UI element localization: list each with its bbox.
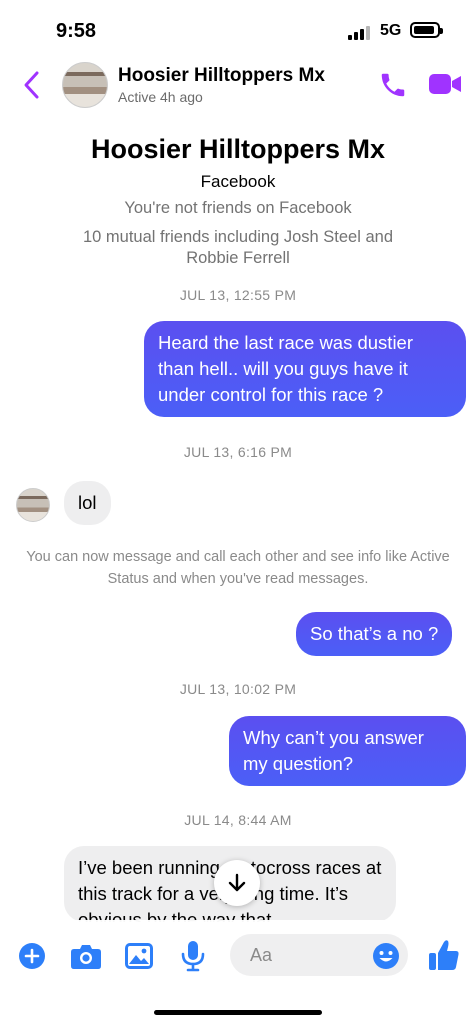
system-notice: You can now message and call each other …	[26, 549, 450, 587]
profile-platform: Facebook	[200, 172, 276, 191]
friend-status: You're not friends on Facebook	[124, 199, 352, 217]
timestamp: JUL 13, 10:02 PM	[179, 681, 297, 697]
message-input[interactable]: Aa	[230, 934, 408, 976]
network-label: 5G	[380, 22, 402, 39]
timestamp: JUL 13, 12:55 PM	[179, 287, 297, 303]
contact-name[interactable]: Hoosier Hilltoppers Mx	[118, 65, 325, 87]
sender-avatar[interactable]	[16, 488, 50, 522]
timestamp: JUL 14, 8:44 AM	[184, 812, 292, 828]
outgoing-message[interactable]: Why can’t you answer my question?	[229, 716, 466, 786]
image-icon[interactable]	[124, 942, 154, 970]
timestamp: JUL 13, 6:16 PM	[183, 444, 293, 460]
message-input-placeholder: Aa	[250, 945, 273, 965]
contact-avatar[interactable]	[62, 62, 108, 108]
mutual-friends: 10 mutual friends including Josh Steel a…	[82, 228, 394, 267]
phone-icon[interactable]	[378, 70, 408, 100]
microphone-icon[interactable]	[180, 940, 206, 972]
status-bar: 9:58 5G	[0, 0, 476, 62]
incoming-message[interactable]: lol	[64, 481, 111, 525]
profile-name: Hoosier Hilltoppers Mx	[90, 134, 386, 164]
status-time: 9:58	[56, 20, 97, 42]
plus-icon[interactable]	[18, 942, 46, 970]
camera-icon[interactable]	[70, 942, 102, 970]
battery-icon	[410, 22, 443, 38]
active-status: Active 4h ago	[118, 89, 203, 105]
outgoing-message[interactable]: Heard the last race was dustier than hel…	[144, 321, 466, 417]
signal-icon	[348, 26, 370, 40]
emoji-icon[interactable]	[372, 942, 400, 970]
outgoing-message[interactable]: So that’s a no ?	[296, 612, 453, 656]
conversation-header: Hoosier Hilltoppers Mx Active 4h ago	[0, 56, 476, 116]
home-indicator[interactable]	[154, 1010, 322, 1015]
video-camera-icon[interactable]	[428, 72, 462, 96]
message-composer: Aa	[0, 920, 476, 1028]
arrow-down-icon	[228, 873, 246, 892]
scroll-to-bottom-button[interactable]	[214, 860, 260, 906]
chevron-left-icon[interactable]	[20, 70, 44, 100]
thumbs-up-icon[interactable]	[428, 938, 460, 972]
